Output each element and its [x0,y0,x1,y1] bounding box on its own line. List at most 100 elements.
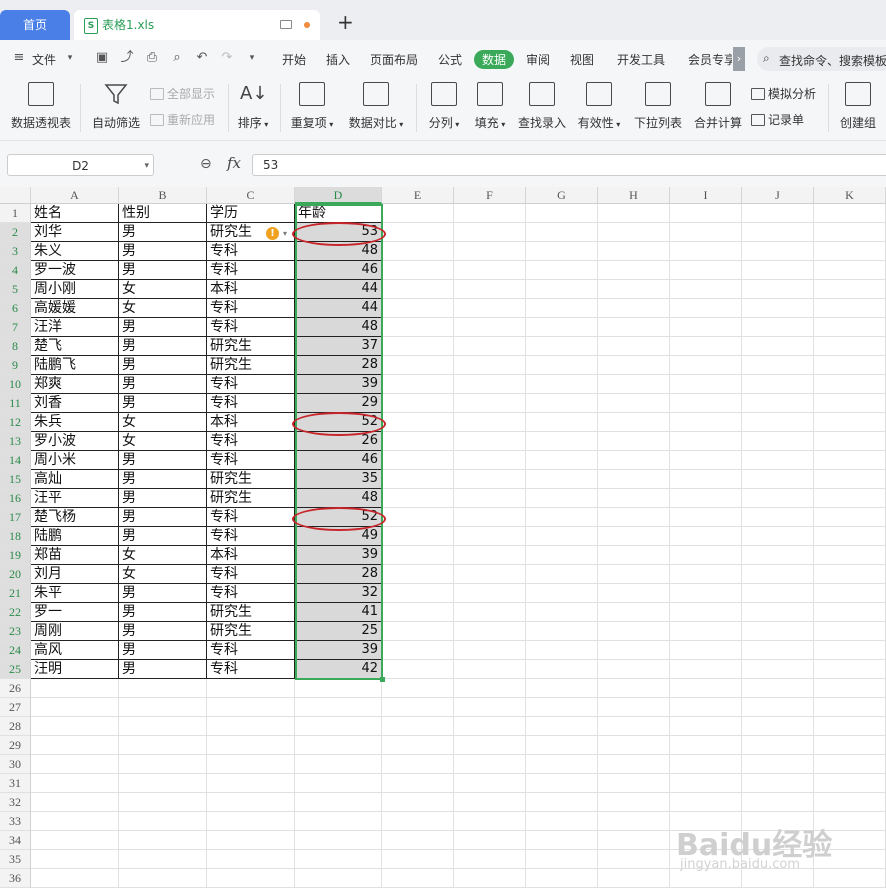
cell-age[interactable]: 28 [295,565,382,584]
cell-gender[interactable]: 男 [119,394,207,413]
cell-name[interactable]: 楚飞 [31,337,119,356]
cell-name[interactable]: 汪平 [31,489,119,508]
create-group-button[interactable]: 创建组 [836,82,880,131]
menu-view[interactable]: 视图 [570,51,594,68]
cell-gender[interactable]: 男 [119,242,207,261]
row-header-10[interactable]: 10 [0,375,31,394]
row-header-2[interactable]: 2 [0,223,31,242]
cell-gender[interactable]: 女 [119,565,207,584]
cell-education[interactable]: 研究生 [207,337,295,356]
save-icon[interactable]: ▣ [95,51,109,65]
cell-education[interactable]: 本科 [207,546,295,565]
customize-icon[interactable]: ▾ [245,51,259,65]
cell-gender[interactable]: 男 [119,641,207,660]
menu-developer[interactable]: 开发工具 [617,51,665,68]
cell-name[interactable]: 汪明 [31,660,119,679]
cell-education[interactable]: 专科 [207,565,295,584]
select-all-corner[interactable] [0,187,31,204]
data-compare-button[interactable]: 数据对比 ▾ [346,82,406,131]
menu-formula[interactable]: 公式 [438,51,462,68]
row-header-22[interactable]: 22 [0,603,31,622]
cell-name[interactable]: 罗小波 [31,432,119,451]
cell-gender[interactable]: 女 [119,413,207,432]
row-header-35[interactable]: 35 [0,850,31,869]
cell-education[interactable]: 本科 [207,413,295,432]
menu-data[interactable]: 数据 [474,50,515,69]
column-header-f[interactable]: F [454,187,526,204]
menu-more-button[interactable]: › [733,47,745,71]
cell-gender[interactable]: 男 [119,356,207,375]
cell-gender[interactable]: 男 [119,508,207,527]
cell-age[interactable]: 41 [295,603,382,622]
cell-name[interactable]: 朱兵 [31,413,119,432]
warning-icon[interactable]: ! [266,227,279,240]
zoom-formula-icon[interactable]: ⊖ [200,156,212,172]
cell-education[interactable]: 专科 [207,432,295,451]
cell-gender[interactable]: 男 [119,375,207,394]
cell-age[interactable]: 32 [295,584,382,603]
cell-education[interactable]: 本科 [207,280,295,299]
cell-name[interactable]: 楚飞杨 [31,508,119,527]
function-icon[interactable]: fx [227,154,241,172]
cell-gender[interactable]: 男 [119,660,207,679]
cell-education[interactable]: 研究生 [207,470,295,489]
menu-review[interactable]: 审阅 [526,51,550,68]
cell-gender[interactable]: 男 [119,622,207,641]
cell-education[interactable]: 专科 [207,261,295,280]
row-header-15[interactable]: 15 [0,470,31,489]
cell-gender[interactable]: 女 [119,299,207,318]
cell-gender[interactable]: 男 [119,261,207,280]
cell-education[interactable]: 研究生 [207,356,295,375]
cell-gender[interactable]: 女 [119,280,207,299]
fill-handle[interactable] [380,677,385,682]
row-header-21[interactable]: 21 [0,584,31,603]
dropdown-list-button[interactable]: 下拉列表 [632,82,684,131]
cell-education[interactable]: 专科 [207,375,295,394]
command-search[interactable]: ⌕ 查找命令、搜索模板 [757,47,886,71]
row-header-32[interactable]: 32 [0,793,31,812]
cell-age[interactable]: 29 [295,394,382,413]
cell-name[interactable]: 汪洋 [31,318,119,337]
cell-education[interactable]: 专科 [207,242,295,261]
lookup-entry-button[interactable]: 查找录入 [516,82,568,131]
row-header-18[interactable]: 18 [0,527,31,546]
row-header-13[interactable]: 13 [0,432,31,451]
cell-age[interactable]: 49 [295,527,382,546]
cell-age[interactable]: 44 [295,299,382,318]
row-header-34[interactable]: 34 [0,831,31,850]
row-header-26[interactable]: 26 [0,679,31,698]
cell-age[interactable]: 39 [295,641,382,660]
duplicates-button[interactable]: 重复项 ▾ [290,82,334,131]
cell-name[interactable]: 高媛媛 [31,299,119,318]
record-form-button[interactable]: 记录单 [751,111,804,128]
cell-education[interactable]: 研究生 [207,489,295,508]
cell-education[interactable]: 专科 [207,527,295,546]
spreadsheet-grid[interactable]: ABCDEFGHIJK 1 2 3 4 5 6 7 8 9 10 11 12 13 14 15 16 17 18 1… [0,187,886,895]
name-box[interactable]: D2 ▾ [7,154,154,176]
cell-gender[interactable]: 女 [119,432,207,451]
menu-member[interactable]: 会员专享 [688,51,732,68]
row-header-20[interactable]: 20 [0,565,31,584]
header-cell-education[interactable]: 学历 [207,204,295,223]
validity-button[interactable]: 有效性 ▾ [576,82,622,131]
cell-age[interactable]: 42 [295,660,382,679]
row-header-19[interactable]: 19 [0,546,31,565]
row-header-31[interactable]: 31 [0,774,31,793]
redo-icon[interactable]: ↷ [220,51,234,65]
menu-page-layout[interactable]: 页面布局 [370,51,418,68]
cell-education[interactable]: 专科 [207,394,295,413]
cell-name[interactable]: 陆鹏 [31,527,119,546]
row-header-4[interactable]: 4 [0,261,31,280]
cell-gender[interactable]: 男 [119,451,207,470]
row-header-5[interactable]: 5 [0,280,31,299]
cell-name[interactable]: 郑爽 [31,375,119,394]
cell-age[interactable]: 46 [295,451,382,470]
cell-gender[interactable]: 男 [119,337,207,356]
cell-gender[interactable]: 男 [119,489,207,508]
cell-name[interactable]: 刘华 [31,223,119,242]
row-header-7[interactable]: 7 [0,318,31,337]
split-column-button[interactable]: 分列 ▾ [426,82,462,131]
cell-gender[interactable]: 男 [119,223,207,242]
new-tab-button[interactable]: + [337,12,354,32]
row-header-28[interactable]: 28 [0,717,31,736]
